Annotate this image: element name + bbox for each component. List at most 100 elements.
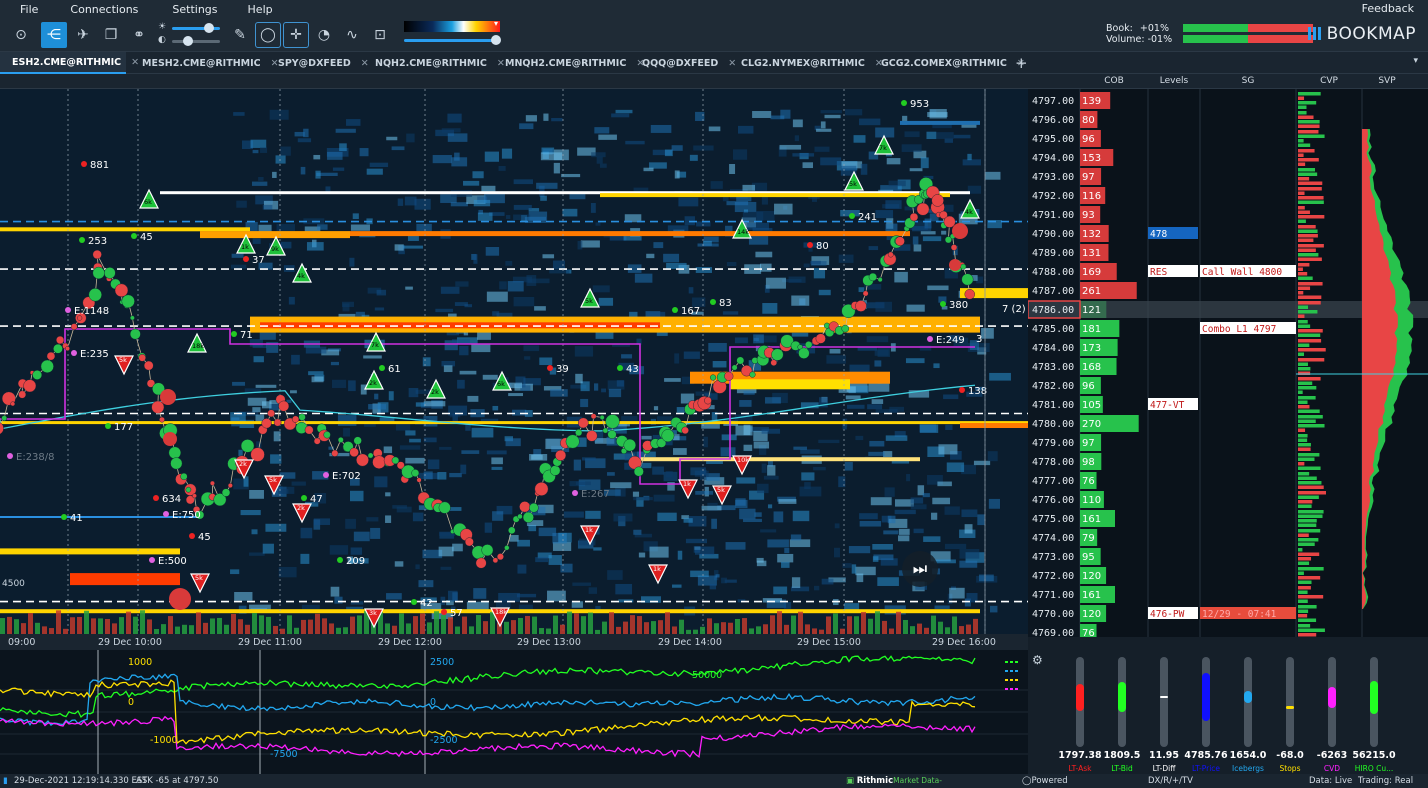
- heatmap-contrast-knob[interactable]: [491, 35, 501, 45]
- liquidity-cell: [517, 539, 530, 547]
- liquidity-cell: [291, 481, 306, 486]
- tab-gcg2[interactable]: GCG2.COMEX@RITHMIC ✕: [869, 52, 1025, 74]
- menu-settings[interactable]: Settings: [148, 3, 227, 16]
- liquidity-cell: [405, 430, 416, 436]
- liquidity-cell: [508, 393, 524, 397]
- volume-bar: [56, 610, 61, 634]
- heatmap-canvas[interactable]: 09:00 29 Dec 10:00 29 Dec 11:00 29 Dec 12:0…: [0, 89, 1028, 650]
- price-label: 4791.00: [1032, 210, 1074, 221]
- contrast-slider-knob[interactable]: [183, 36, 193, 46]
- skip-to-live-button[interactable]: ⏭: [902, 551, 938, 587]
- liquidity-cell: [350, 547, 363, 555]
- liquidity-cell: [697, 243, 719, 247]
- volume-bar: [441, 615, 446, 634]
- heatmap-chart[interactable]: 09:00 29 Dec 10:00 29 Dec 11:00 29 Dec 12:0…: [0, 89, 1028, 650]
- cob-size-label: 132: [1082, 229, 1101, 240]
- column-header-sg[interactable]: SG: [1200, 74, 1296, 89]
- screenshot-icon[interactable]: ⊙: [8, 22, 34, 48]
- indicator-scale-label: 1000: [128, 657, 152, 668]
- menu-connections[interactable]: Connections: [48, 3, 148, 16]
- tab-qqq[interactable]: QQQ@DXFEED ✕: [630, 52, 736, 74]
- liquidity-cell: [240, 509, 261, 516]
- timer-icon[interactable]: ◔: [311, 22, 337, 48]
- cvp-bar: [1298, 529, 1321, 533]
- volume-dot-text: 80: [816, 241, 829, 252]
- cvp-bar: [1298, 177, 1310, 181]
- column-header-cvp[interactable]: CVP: [1296, 74, 1362, 89]
- omne-credit: ◯ Powered by OMNE™: [1022, 776, 1068, 786]
- cvp-bar: [1298, 168, 1316, 172]
- indicator-icon[interactable]: ∿: [339, 22, 365, 48]
- indicator-panel[interactable]: 1000 2500 50000 0 0 -1000 -2500 -7500: [0, 650, 1028, 774]
- volume-bar: [35, 622, 40, 634]
- volume-dot-text: 881: [90, 160, 109, 171]
- liquidity-cell: [423, 437, 437, 443]
- sell-triangle-text: 1k: [653, 565, 661, 573]
- liquidity-cell: [829, 348, 841, 354]
- tab-nqh2[interactable]: NQH2.CME@RITHMIC ✕: [363, 52, 505, 74]
- liquidity-cell: [987, 451, 998, 462]
- liquidity-cell: [317, 224, 328, 230]
- volume-bar: [252, 613, 257, 634]
- liquidity-cell: [874, 349, 889, 356]
- tab-spy[interactable]: SPY@DXFEED ✕: [266, 52, 369, 74]
- liquidity-cell: [945, 424, 953, 431]
- liquidity-cell: [526, 275, 537, 286]
- rocket-icon[interactable]: ✈: [70, 22, 96, 48]
- liquidity-cell: [813, 466, 826, 471]
- crosshair-icon[interactable]: ✛: [283, 22, 309, 48]
- liquidity-cell: [572, 582, 592, 586]
- column-header-cob[interactable]: COB: [1080, 74, 1148, 89]
- column-header-levels[interactable]: Levels: [1148, 74, 1200, 89]
- volume-bar: [231, 613, 236, 634]
- volume-bar: [553, 615, 558, 634]
- liquidity-cell: [920, 231, 936, 235]
- liquidity-cell: [737, 125, 754, 134]
- brightness-slider-knob[interactable]: [204, 23, 214, 33]
- menu-file[interactable]: File: [0, 3, 48, 16]
- cvp-bar: [1298, 229, 1318, 233]
- link-icon[interactable]: ⚭: [126, 22, 152, 48]
- cvp-bar: [1298, 124, 1320, 128]
- menu-help[interactable]: Help: [228, 3, 283, 16]
- liquidity-cell: [868, 451, 885, 456]
- share-icon[interactable]: ⋲: [41, 22, 67, 48]
- tab-mesh2[interactable]: MESH2.CME@RITHMIC ✕: [130, 52, 279, 74]
- volume-bar: [581, 616, 586, 634]
- liquidity-cell: [721, 577, 727, 584]
- tab-esh2[interactable]: ESH2.CME@RITHMIC ✕: [0, 52, 139, 74]
- chevron-down-icon[interactable]: ▾: [1413, 56, 1418, 66]
- trade-bubble: [496, 553, 504, 561]
- liquidity-cell: [585, 510, 601, 519]
- liquidity-cell: [531, 454, 543, 460]
- heatmap-contrast-slider[interactable]: [404, 39, 496, 42]
- indicator-scale-label: -7500: [270, 749, 298, 760]
- column-header-svp[interactable]: SVP: [1362, 74, 1412, 89]
- trade-bubble: [170, 457, 183, 470]
- heatmap-palette-select[interactable]: ▾: [404, 19, 500, 32]
- pencil-icon[interactable]: ✎: [227, 22, 253, 48]
- liquidity-cell: [826, 355, 846, 364]
- lock-icon[interactable]: ⊡: [367, 22, 393, 48]
- gear-icon[interactable]: ⚙: [1032, 653, 1043, 667]
- liquidity-cell: [760, 529, 777, 533]
- liquidity-cell: [778, 499, 797, 504]
- chat-icon[interactable]: ◯: [255, 22, 281, 48]
- feedback-link[interactable]: Feedback: [1362, 2, 1414, 15]
- add-tab-button[interactable]: +: [1015, 54, 1028, 72]
- liquidity-cell: [856, 573, 864, 583]
- volume-bar: [644, 622, 649, 634]
- volume-bar: [721, 622, 726, 634]
- contrast-slider[interactable]: [172, 40, 220, 43]
- gauge-panel: ⚙ 1797.38 LT-Ask 1809.5 LT-Bid 11.95 LT-Diff 4…: [1028, 637, 1428, 774]
- cvp-bar: [1298, 367, 1311, 371]
- layers-icon[interactable]: ❐: [98, 22, 124, 48]
- tab-mnqh2[interactable]: MNQH2.CME@RITHMIC ✕: [493, 52, 644, 74]
- tab-clg2[interactable]: CLG2.NYMEX@RITHMIC ✕: [729, 52, 883, 74]
- cob-size-label: 97: [1082, 172, 1095, 183]
- liquidity-cell: [236, 200, 247, 208]
- volume-bar: [777, 611, 782, 634]
- liquidity-cell: [920, 157, 929, 169]
- liquidity-cell: [473, 199, 491, 207]
- liquidity-cell: [330, 586, 340, 597]
